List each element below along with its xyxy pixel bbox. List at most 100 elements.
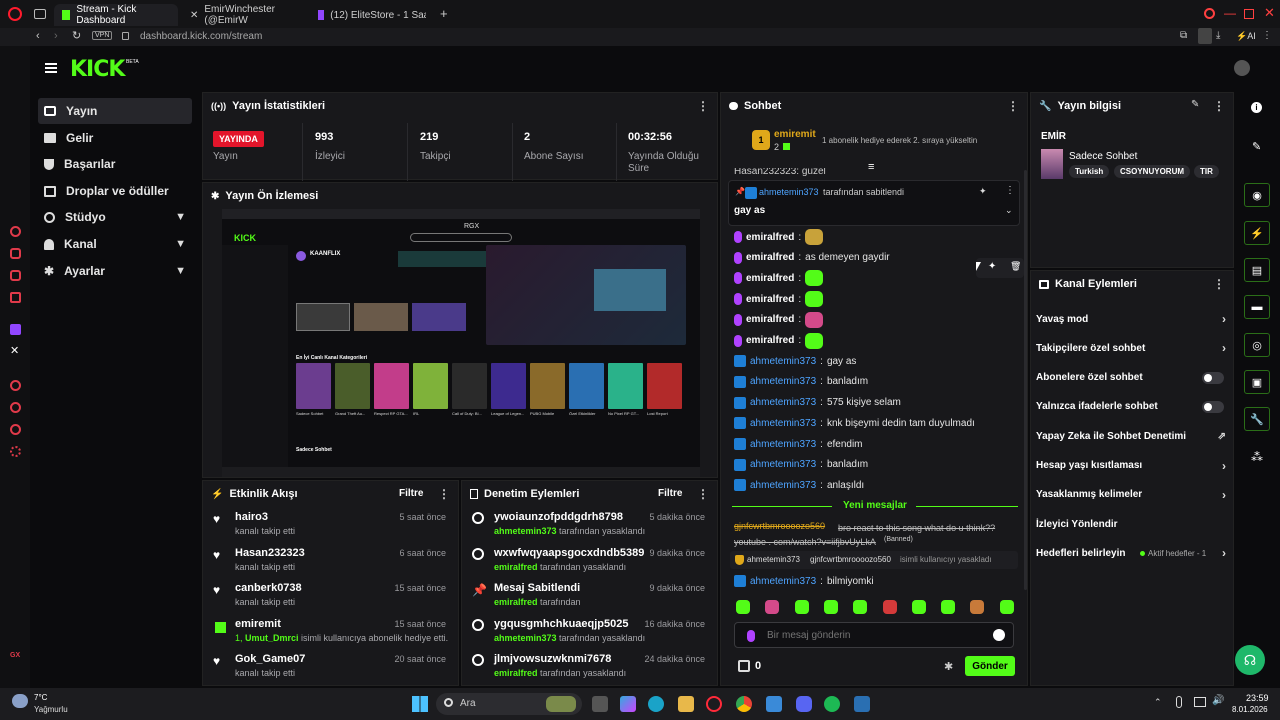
chat-input-box[interactable] [734,622,1014,648]
chat-input[interactable] [767,627,987,643]
moderation-item[interactable]: ygqusgmhchkuaeqjp5025 ahmetemin373 tarafı… [468,616,711,652]
moderation-target[interactable]: Mesaj Sabitlendi [494,582,580,594]
chat-message[interactable]: ahmetemin373: gay as [734,352,856,370]
chat-message[interactable]: ahmetemin373: efendim [734,435,863,453]
nav-item-studyo[interactable]: Stüdyo ▼ [38,204,192,230]
moderator-name[interactable]: ahmetemin373 [494,633,557,643]
pinboard-icon[interactable] [10,424,21,435]
moderator-name[interactable]: emiralfred [494,668,538,678]
channel-action-row[interactable]: İzleyici Yönlendir [1036,513,1228,535]
activity-name[interactable]: emiremit [235,618,281,630]
tag-chip[interactable]: TIR [1194,165,1219,178]
ai-sidebar-icon[interactable] [10,226,21,237]
ai-button[interactable]: ⚡AI [1236,31,1256,42]
channel-action-row[interactable]: Hedefleri belirleyin › Aktif hedefler - 1 [1036,542,1228,564]
info-menu-icon[interactable]: ⋮ [1213,99,1225,113]
emote-quick-icon[interactable] [970,600,985,614]
steam-app-icon[interactable] [854,696,870,712]
chat-username[interactable]: ahmetemin373 [750,397,816,408]
settings-sidebar-icon[interactable] [10,446,21,457]
channel-action-row[interactable]: Takipçilere özel sohbet › [1036,337,1228,359]
moderator-name[interactable]: emiralfred [494,562,538,572]
messenger-icon[interactable] [10,248,21,259]
rail-bolt-icon[interactable]: ⚡ [1244,221,1270,245]
gifter-name[interactable]: emiremit [774,129,816,140]
chat-username[interactable]: emiralfred [746,294,794,305]
file-explorer-icon[interactable] [678,696,694,712]
opera-logo-icon[interactable] [8,7,22,21]
chat-username[interactable]: ahmetemin373 [750,439,816,450]
tag-chip[interactable]: Turkish [1069,165,1110,178]
x-sidebar-icon[interactable]: ✕ [10,344,19,357]
chat-username[interactable]: emiralfred [746,335,794,346]
pinned-by[interactable]: ahmetemin373 [759,187,819,197]
chat-message[interactable]: emiralfred: [734,311,824,329]
rail-document-icon[interactable]: ▤ [1244,258,1270,282]
activity-item[interactable]: ♥ Gok_Game07 kanalı takip etti 20 saat önce [209,651,452,687]
chat-username[interactable]: ahmetemin373 [750,576,816,587]
external-link-icon[interactable]: ⇗ [1218,431,1226,442]
chrome-icon[interactable] [736,696,752,712]
chat-username[interactable]: ahmetemin373 [750,356,816,367]
volume-icon[interactable]: 🔊 [1212,695,1224,706]
player-icon[interactable] [10,292,21,303]
chevron-down-icon[interactable]: ▼ [175,211,186,223]
activity-sub-user[interactable]: Umut_Dmrci [245,633,299,643]
pin-message-icon[interactable]: ✦ [988,261,996,272]
category-name[interactable]: Sadece Sohbet [1069,151,1137,162]
ban-notice-target[interactable]: gjnfcwrtbmroooozo560 [810,555,891,564]
chat-message[interactable]: emiralfred: as demeyen gaydir [734,249,890,267]
stats-menu-icon[interactable]: ⋮ [697,99,709,113]
rail-wrench-icon[interactable]: 🔧 [1244,407,1270,431]
back-icon[interactable]: ‹ [36,30,40,42]
chat-message[interactable]: emiralfred: [734,269,824,287]
new-tab-button[interactable]: + [440,6,448,21]
chat-scrollbar[interactable] [1024,170,1027,590]
chat-message[interactable]: emiralfred: [734,290,824,308]
moderation-item[interactable]: jlmjvowsuzwknmi7678 emiralfred tarafından… [468,651,711,687]
history-icon[interactable] [10,402,21,413]
tab-kick-dashboard[interactable]: Stream - Kick Dashboard [54,4,178,26]
activity-name[interactable]: hairo3 [235,511,268,523]
clock-time[interactable]: 23:59 [1246,693,1269,703]
activity-name[interactable]: Hasan232323 [235,547,305,559]
chat-message[interactable]: ahmetemin373: banladım [734,373,868,391]
expand-chevron-icon[interactable]: ⌄ [1005,205,1013,216]
channel-action-row[interactable]: Yapay Zeka ile Sohbet Denetimi ⇗ [1036,425,1228,447]
rail-console-icon[interactable]: ▣ [1244,370,1270,394]
chevron-right-icon[interactable]: › [1222,341,1226,355]
actions-menu-icon[interactable]: ⋮ [1213,277,1225,291]
chat-username[interactable]: emiralfred [746,273,794,284]
support-chat-button[interactable]: ☊ [1235,645,1265,675]
opera-gx-icon[interactable] [706,696,722,712]
pinned-message[interactable]: 📌 ahmetemin373 tarafından sabitlendi ✦ ⋮… [728,180,1020,226]
moderation-target[interactable]: ywoiaunzofpddgdrh8798 [494,511,623,523]
emote-quick-icon[interactable] [941,600,956,614]
user-profile-icon[interactable] [1198,28,1212,44]
chat-message[interactable]: ahmetemin373: anlaşıldı [734,476,864,494]
emote-quick-icon[interactable] [794,600,809,614]
activity-item[interactable]: ♥ Hasan232323 kanalı takip etti 6 saat önce [209,545,452,581]
info-icon[interactable]: i [1251,102,1262,113]
moderation-item[interactable]: 📌 Mesaj Sabitlendi emiralfred tarafından 9 … [468,580,711,616]
nav-item-droplar[interactable]: Droplar ve ödüller [38,178,192,204]
chat-message[interactable]: ahmetemin373: bilmiyomki [734,572,874,590]
pin-toggle-icon[interactable]: ✦ [979,186,987,197]
instagram-icon[interactable] [10,270,21,281]
moderator-name[interactable]: emiralfred [494,597,538,607]
clock-date[interactable]: 8.01.2026 [1232,705,1268,714]
emote-quick-icon[interactable] [911,600,926,614]
moderation-target[interactable]: wxwfwqyaapsgocxdndb5389 [494,547,644,559]
kick-logo[interactable]: KICK [70,57,125,82]
workspace-icon[interactable] [34,9,46,19]
delete-message-icon[interactable]: 🗑 [1010,261,1021,272]
emote-quick-icon[interactable] [882,600,897,614]
moderation-target[interactable]: jlmjvowsuzwknmi7678 [494,653,611,665]
tag-chip[interactable]: CSOYNUYORUM [1114,165,1191,178]
chat-username[interactable]: ahmetemin373 [750,480,816,491]
chat-message[interactable]: emiralfred: [734,228,824,246]
channel-action-row[interactable]: Yavaş mod › [1036,308,1228,330]
send-button[interactable]: Gönder [965,656,1015,676]
channel-action-row[interactable]: Yalnızca ifadelerle sohbet [1036,396,1228,418]
moderation-item[interactable]: ywoiaunzofpddgdrh8798 ahmetemin373 tarafı… [468,509,711,545]
